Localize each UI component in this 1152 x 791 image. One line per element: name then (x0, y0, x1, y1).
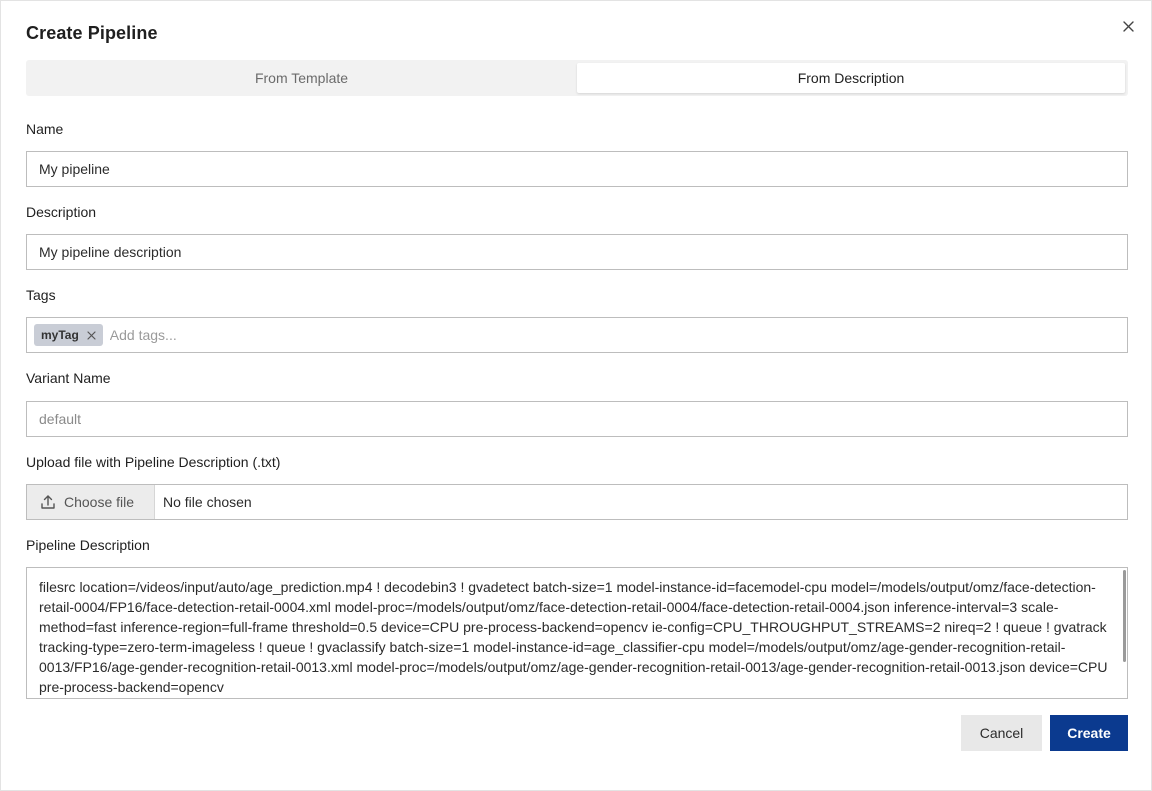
source-tabs: From Template From Description (26, 60, 1128, 96)
tags-input[interactable] (109, 321, 1120, 349)
tag-chip: myTag (34, 324, 103, 346)
variant-name-input[interactable] (26, 401, 1128, 437)
upload-icon (40, 494, 56, 510)
tags-label: Tags (26, 287, 56, 303)
create-button[interactable]: Create (1050, 715, 1128, 751)
tags-field[interactable]: myTag (26, 317, 1128, 353)
pipeline-description-textarea[interactable]: filesrc location=/videos/input/auto/age_… (26, 567, 1128, 699)
tab-from-template[interactable]: From Template (26, 63, 577, 93)
cancel-button[interactable]: Cancel (961, 715, 1042, 751)
file-upload-field: Choose file No file chosen (26, 484, 1128, 520)
name-input[interactable] (26, 151, 1128, 187)
upload-label: Upload file with Pipeline Description (.… (26, 454, 281, 470)
tab-from-description[interactable]: From Description (577, 63, 1125, 93)
pipeline-description-text: filesrc location=/videos/input/auto/age_… (39, 579, 1108, 695)
choose-file-button[interactable]: Choose file (27, 485, 155, 519)
choose-file-label: Choose file (64, 494, 135, 510)
description-label: Description (26, 204, 97, 220)
variant-name-label: Variant Name (26, 370, 111, 386)
textarea-scrollbar[interactable] (1123, 570, 1126, 662)
tag-chip-label: myTag (41, 328, 79, 342)
close-icon[interactable] (1118, 16, 1138, 36)
file-status: No file chosen (163, 494, 252, 510)
name-label: Name (26, 121, 64, 137)
pipeline-description-label: Pipeline Description (26, 537, 150, 553)
close-icon[interactable] (87, 330, 96, 340)
description-input[interactable] (26, 234, 1128, 270)
create-pipeline-dialog: Create Pipeline From Template From Descr… (0, 0, 1152, 791)
dialog-title: Create Pipeline (26, 23, 158, 43)
